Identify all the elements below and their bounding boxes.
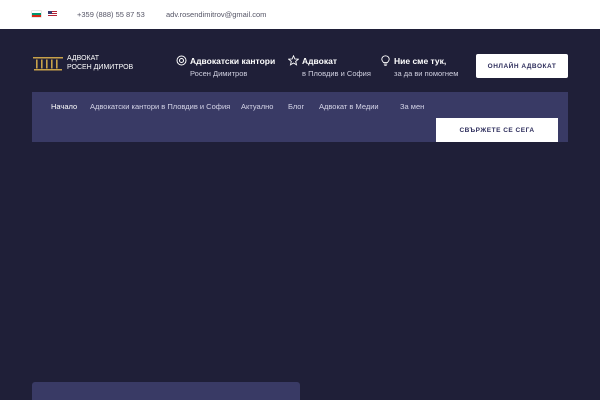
- email-link[interactable]: adv.rosendimitrov@gmail.com: [166, 10, 266, 19]
- lightbulb-icon: [381, 55, 390, 66]
- usa-flag-icon[interactable]: [48, 11, 57, 17]
- bulgaria-flag-icon[interactable]: [32, 11, 41, 17]
- nav-item-media[interactable]: Адвокат в Медии: [319, 102, 379, 111]
- nav-item-about[interactable]: За мен: [400, 102, 424, 111]
- info-title: Адвокат: [302, 56, 337, 66]
- phone-link[interactable]: +359 (888) 55 87 53: [77, 10, 145, 19]
- info-subtitle: за да ви помогнем: [394, 69, 459, 78]
- info-title: Ние сме тук,: [394, 56, 447, 66]
- star-icon: [288, 55, 299, 66]
- target-icon: [176, 55, 187, 66]
- content-card: [32, 382, 300, 400]
- logo-text: АДВОКАТ РОСЕН ДИМИТРОВ: [67, 55, 133, 72]
- nav-item-offices[interactable]: Адвокатски кантори в Пловдив и София: [90, 102, 230, 111]
- nav-item-home[interactable]: Начало: [51, 102, 77, 111]
- nav-item-blog[interactable]: Блог: [288, 102, 304, 111]
- info-subtitle: в Пловдив и София: [302, 69, 371, 78]
- header: [0, 29, 600, 400]
- nav-item-news[interactable]: Актуално: [241, 102, 273, 111]
- logo[interactable]: АДВОКАТ РОСЕН ДИМИТРОВ: [33, 53, 133, 73]
- logo-line-1: АДВОКАТ: [67, 55, 99, 62]
- courthouse-logo-icon: [33, 57, 63, 71]
- online-lawyer-button[interactable]: ОНЛАЙН АДВОКАТ: [476, 54, 568, 78]
- contact-us-button[interactable]: СВЪРЖЕТЕ СЕ СЕГА: [436, 118, 558, 142]
- info-subtitle: Росен Димитров: [190, 69, 248, 78]
- top-bar: +359 (888) 55 87 53 adv.rosendimitrov@gm…: [0, 0, 600, 29]
- info-title: Адвокатски кантори: [190, 56, 276, 66]
- logo-line-2: РОСЕН ДИМИТРОВ: [67, 63, 134, 71]
